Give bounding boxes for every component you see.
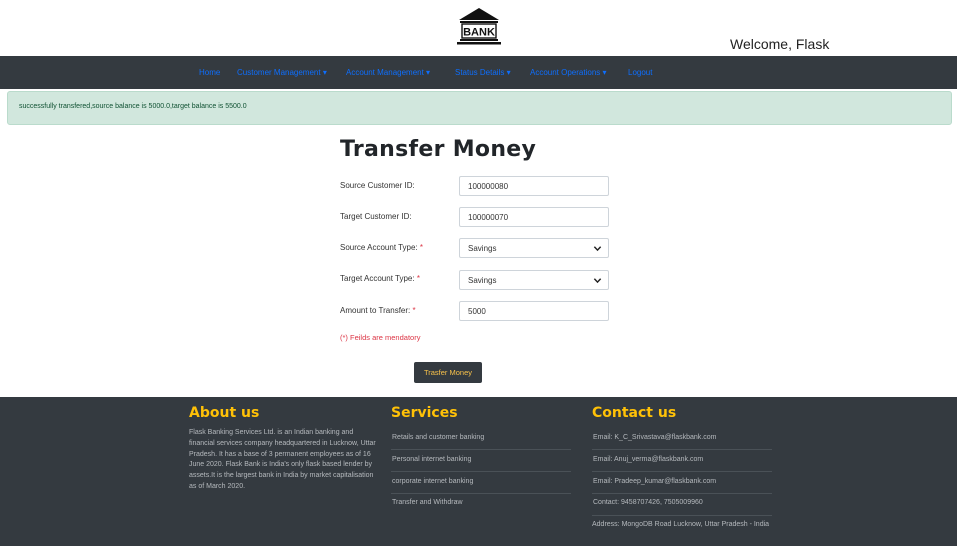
nav-customer-management[interactable]: Customer Management ▾ (237, 68, 327, 77)
target-customer-input[interactable]: 100000070 (459, 207, 609, 227)
services-heading: Services (391, 405, 458, 421)
alert-message: successfully transfered,source balance i… (19, 103, 247, 110)
contact-address: Address: MongoDB Road Lucknow, Uttar Pra… (592, 521, 770, 528)
amount-input[interactable]: 5000 (459, 301, 609, 321)
target-account-type-select[interactable]: Savings (459, 270, 609, 290)
divider (592, 471, 772, 472)
nav-account-management[interactable]: Account Management ▾ (346, 68, 430, 77)
bank-logo: BANK (457, 8, 501, 45)
contact-phone: Contact: 9458707426, 7505009960 (593, 499, 703, 506)
amount-label: Amount to Transfer: * (340, 306, 416, 315)
navbar: Home Customer Management ▾ Account Manag… (0, 56, 957, 89)
target-account-type-label: Target Account Type: * (340, 274, 420, 283)
divider (592, 493, 772, 494)
service-link-transfer[interactable]: Transfer and Withdraw (392, 499, 463, 506)
required-mark: * (416, 274, 420, 283)
divider (391, 471, 571, 472)
contact-email: Email: Anuj_verma@flaskbank.com (593, 456, 704, 463)
required-mark: * (419, 243, 424, 252)
divider (391, 449, 571, 450)
divider (391, 493, 571, 494)
nav-status-details[interactable]: Status Details ▾ (455, 68, 511, 77)
source-account-type-select[interactable]: Savings (459, 238, 609, 258)
transfer-money-button[interactable]: Trasfer Money (414, 362, 482, 383)
about-text: Flask Banking Services Ltd. is an Indian… (189, 429, 376, 490)
about-heading: About us (189, 405, 260, 421)
logo-text: BANK (463, 27, 495, 39)
nav-account-operations[interactable]: Account Operations ▾ (530, 68, 607, 77)
nav-logout[interactable]: Logout (628, 68, 652, 77)
success-alert: successfully transfered,source balance i… (7, 91, 952, 125)
divider (592, 515, 772, 516)
service-link-corporate[interactable]: corporate internet banking (392, 478, 473, 485)
chevron-down-icon (593, 246, 602, 252)
contact-heading: Contact us (592, 405, 677, 421)
footer: About us Flask Banking Services Ltd. is … (0, 397, 957, 546)
required-mark: * (412, 306, 416, 315)
contact-email: Email: K_C_Srivastava@flaskbank.com (593, 434, 717, 441)
chevron-down-icon (593, 278, 602, 284)
source-customer-label: Source Customer ID: (340, 181, 415, 190)
welcome-text: Welcome, Flask (730, 36, 830, 52)
header: BANK Welcome, Flask (0, 0, 957, 56)
service-link-retail[interactable]: Retails and customer banking (392, 434, 484, 441)
target-customer-label: Target Customer ID: (340, 212, 412, 221)
divider (592, 449, 772, 450)
source-account-type-label: Source Account Type: * (340, 243, 424, 252)
source-customer-input[interactable]: 100000080 (459, 176, 609, 196)
contact-email: Email: Pradeep_kumar@flaskbank.com (593, 478, 717, 485)
mandatory-note: (*) Feilds are mendatory (340, 333, 421, 342)
service-link-personal[interactable]: Personal internet banking (392, 456, 471, 463)
page-title: Transfer Money (340, 137, 537, 162)
nav-home[interactable]: Home (199, 68, 220, 77)
